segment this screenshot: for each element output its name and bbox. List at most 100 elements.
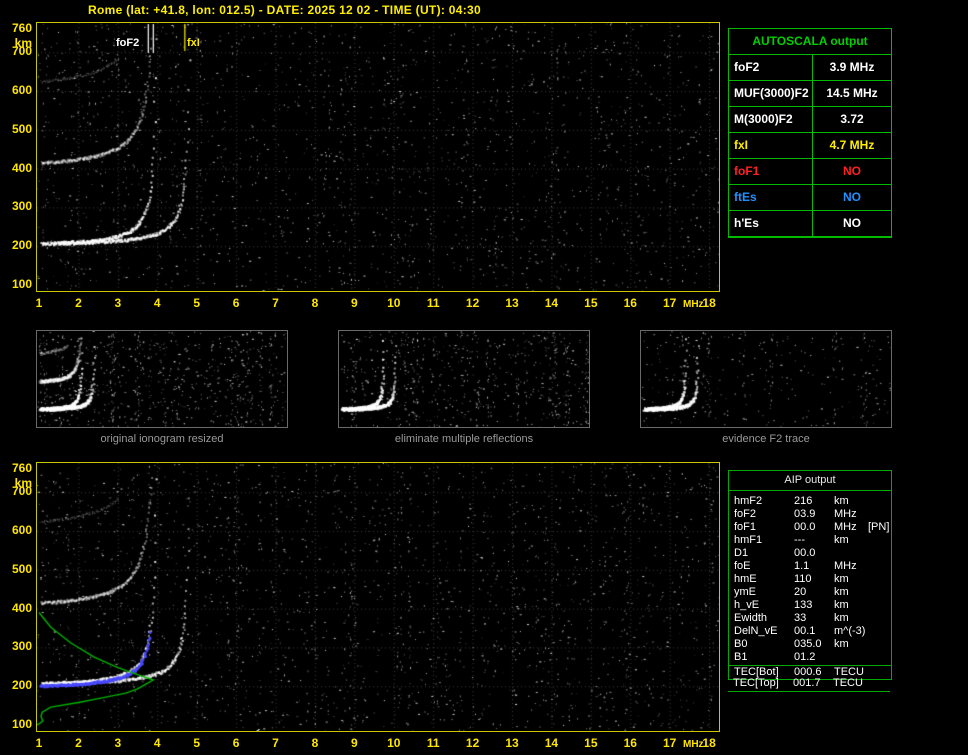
x-axis-tick-label: 4: [153, 296, 161, 310]
x-axis-tick-label: 15: [584, 736, 598, 750]
x-axis-tick-label: 5: [193, 296, 201, 310]
aip-row: hmF2 216 km: [729, 495, 891, 508]
x-axis-tick-label: 13: [505, 296, 519, 310]
aip-label: ymE: [734, 586, 756, 598]
aip-value: 110: [794, 573, 812, 585]
thumbnail-original-ionogram: [36, 330, 288, 428]
aip-extra: [868, 586, 891, 599]
x-axis-tick-label: 6: [232, 296, 240, 310]
aip-unit: km: [834, 638, 849, 650]
autoscala-row-label: fxI: [729, 133, 813, 159]
y-axis-tick-label: 600: [11, 83, 32, 98]
autoscala-output-table: AUTOSCALA output foF2 3.9 MHz MUF(3000)F2 1…: [728, 28, 892, 238]
y-axis-tick-label: 500: [11, 121, 32, 136]
aip-row: Ewidth 33 km: [729, 612, 891, 625]
aip-value: 216: [794, 495, 813, 507]
aip-extra: [868, 599, 891, 612]
aip-row: h_vE 133 km: [729, 599, 891, 612]
aip-unit: km: [834, 573, 849, 585]
aip-extra: [PN]: [868, 521, 890, 533]
aip-row: foF1 00.0 MHz [PN]: [729, 521, 891, 534]
autoscala-row-value: 3.9 MHz: [813, 55, 891, 81]
aip-label: hmE: [734, 573, 757, 585]
x-axis-tick-label: 17: [663, 296, 677, 310]
x-axis-tick-label: 9: [351, 296, 358, 310]
y-axis-tick-label: 600: [11, 523, 32, 538]
aip-unit: km: [834, 612, 849, 624]
x-axis-tick-label: 10: [387, 736, 401, 750]
autoscala-row-value: NO: [813, 159, 891, 185]
aip-extra: [868, 573, 891, 586]
aip-label: hmF1: [734, 534, 763, 546]
aip-row: foE 1.1 MHz: [729, 560, 891, 573]
autoscala-row-value: NO: [813, 211, 891, 237]
x-axis-tick-label: 1: [35, 296, 43, 310]
x-axis-tick-label: 16: [623, 736, 637, 750]
aip-extra: [868, 547, 891, 560]
aip-value: 035.0: [794, 638, 822, 650]
x-axis-tick-label: 8: [311, 296, 319, 310]
aip-value: 00.1: [794, 625, 816, 637]
aip-row: B1 01.2: [729, 651, 891, 664]
y-axis-tick-label: 300: [11, 639, 32, 654]
x-axis-tick-label: 7: [272, 736, 279, 750]
y-axis-tick-label: 700: [11, 44, 32, 59]
x-axis-tick-label: 3: [114, 736, 122, 750]
y-axis-tick-label: 500: [11, 561, 32, 576]
x-axis-tick-label: 10: [387, 296, 401, 310]
aip-rows: hmF2 216 km foF2 03.9 MHz foF1 00.0 MHz [PN] hmF1 -…: [729, 491, 891, 664]
x-axis-tick-label: 7: [272, 296, 279, 310]
aip-label: Ewidth: [734, 612, 768, 624]
thumbnail-caption-1: original ionogram resized: [100, 433, 224, 445]
aip-label: hmF2: [734, 495, 763, 507]
aip-value: 1.1: [794, 560, 810, 572]
y-axis-tick-label: 300: [11, 199, 32, 214]
aip-label: D1: [734, 547, 749, 559]
ionogram-plot-top: [36, 22, 720, 292]
x-axis-tick-label: 6: [232, 736, 240, 750]
aip-value: 33: [794, 612, 807, 624]
fxi-marker-label: fxI: [187, 37, 200, 49]
aip-value: ---: [794, 534, 805, 546]
aip-unit: km: [834, 586, 849, 598]
aip-label: DelN_vE: [734, 625, 778, 637]
x-axis-tick-label: 17: [663, 736, 677, 750]
x-axis-tick-label: 8: [311, 736, 319, 750]
aip-value: 133: [794, 599, 813, 611]
aip-value: 20: [794, 586, 807, 598]
aip-output-panel: AIP output hmF2 216 km foF2 03.9 MHz foF1 00.0 M…: [728, 470, 892, 680]
ionogram-plot-bottom-with-profile: [36, 462, 720, 732]
x-axis-tick-label: 18: [702, 296, 716, 310]
aip-label: B0: [734, 638, 748, 650]
thumbnail-caption-2: eliminate multiple reflections: [394, 433, 534, 445]
y-axis-tick-label: 760: [11, 21, 32, 35]
aip-label: h_vE: [734, 599, 760, 611]
autoscala-row-label: foF2: [729, 55, 813, 81]
aip-extra: [868, 625, 891, 638]
aip-value: 03.9: [794, 508, 816, 520]
y-axis-tick-label: 200: [11, 238, 32, 253]
aip-extra: [868, 560, 891, 573]
x-axis-tick-label: 5: [193, 736, 201, 750]
aip-row: DelN_vE 00.1 m^(-3): [729, 625, 891, 638]
aip-extra: [868, 651, 891, 664]
autoscala-row-label: MUF(3000)F2: [729, 81, 813, 107]
thumbnail-evidence-f2-trace: [640, 330, 892, 428]
thumbnail-eliminate-reflections: [338, 330, 590, 428]
x-axis-tick-label: 9: [351, 736, 358, 750]
x-axis-tick-label: 11: [426, 736, 440, 750]
aip-value: 001.7: [793, 677, 821, 689]
aip-label: TEC[Top]: [733, 677, 779, 689]
aip-extra: [868, 612, 891, 625]
thumbnail-caption-3: evidence F2 trace: [722, 433, 810, 445]
aip-row: hmF1 --- km: [729, 534, 891, 547]
autoscala-row-label: foF1: [729, 159, 813, 185]
x-axis-tick-label: 4: [153, 736, 161, 750]
aip-panel-title: AIP output: [729, 471, 891, 491]
aip-value: 00.0: [794, 521, 816, 533]
y-axis-tick-label: 400: [11, 160, 32, 175]
y-axis-tick-label: 760: [11, 461, 32, 475]
aip-extra: [868, 508, 891, 521]
y-axis-tick-label: 100: [11, 277, 32, 291]
x-axis-tick-label: 2: [75, 296, 82, 310]
